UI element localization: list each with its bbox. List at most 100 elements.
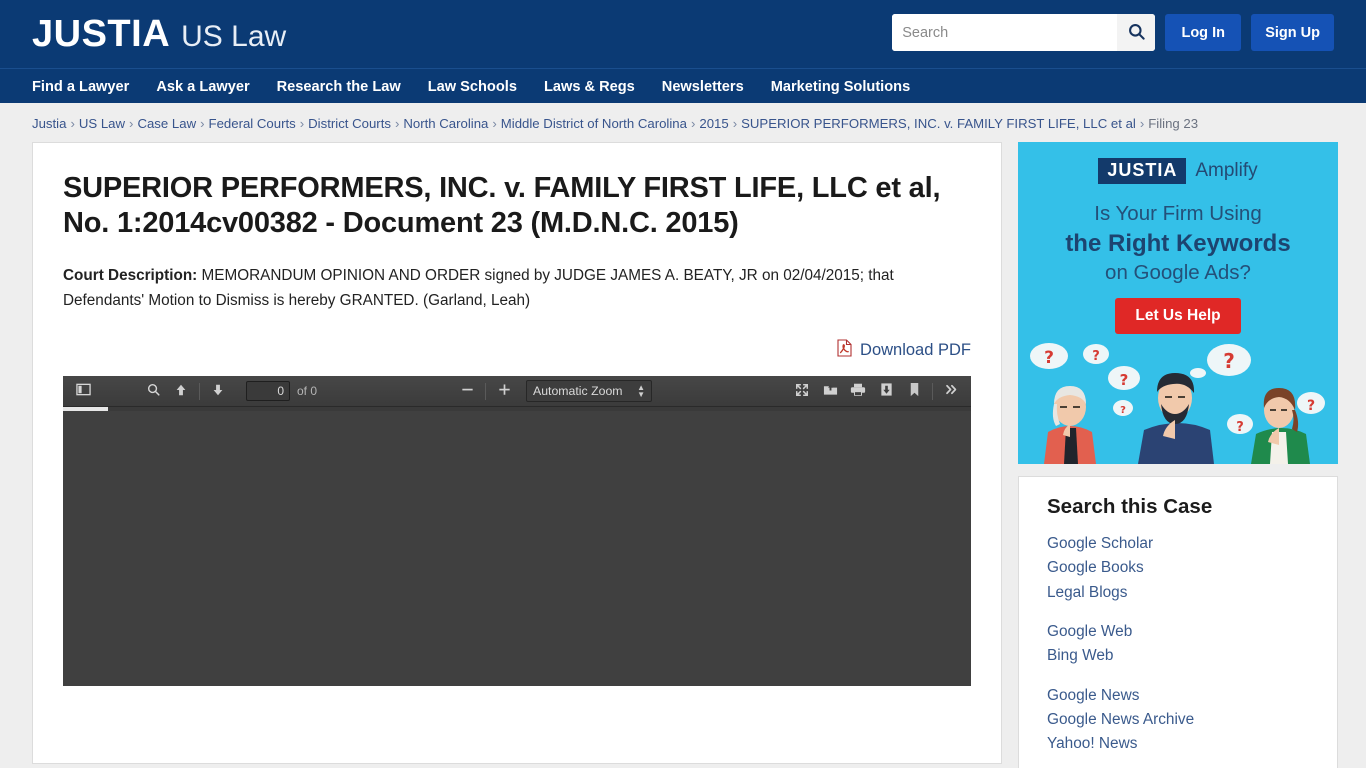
breadcrumb-separator: › [299, 116, 305, 131]
svg-text:?: ? [1044, 348, 1054, 368]
ad-brand-badge: JUSTIA [1098, 158, 1187, 184]
search-box [892, 14, 1156, 51]
sidebar-toggle-icon [75, 382, 91, 400]
toolbar-divider [199, 382, 200, 400]
breadcrumb-separator: › [200, 116, 205, 131]
save-document-button[interactable] [872, 379, 900, 404]
breadcrumb-separator: › [690, 116, 696, 131]
pdf-document-area[interactable] [63, 411, 971, 687]
nav-item-marketing-solutions[interactable]: Marketing Solutions [771, 79, 910, 95]
search-link-google-books[interactable]: Google Books [1047, 556, 1309, 580]
print-button[interactable] [844, 379, 872, 404]
ad-brand-name: Amplify [1195, 159, 1258, 181]
breadcrumb-separator: › [70, 116, 75, 131]
court-description: Court Description: MEMORANDUM OPINION AN… [63, 264, 943, 314]
zoom-select-wrap: Automatic ZoomActual SizePage FitPage Wi… [518, 380, 653, 403]
nav-item-find-a-lawyer[interactable]: Find a Lawyer [32, 79, 129, 95]
breadcrumb-item[interactable]: District Courts [308, 116, 391, 131]
nav-item-laws-regs[interactable]: Laws & Regs [544, 79, 635, 95]
nav-item-research-the-law[interactable]: Research the Law [277, 79, 401, 95]
brand-name: JUSTIA [32, 13, 171, 55]
breadcrumb-item[interactable]: US Law [79, 116, 125, 131]
search-this-case-title: Search this Case [1047, 495, 1213, 518]
breadcrumb-separator: › [732, 116, 738, 131]
ad-headline-line3: on Google Ads? [1105, 260, 1251, 284]
previous-page-button[interactable] [167, 379, 195, 404]
sidebar: JUSTIA Amplify Is Your Firm Using the Ri… [1018, 142, 1338, 768]
bookmark-button[interactable] [900, 379, 928, 404]
svg-text:?: ? [1236, 420, 1244, 435]
magnifier-icon [146, 382, 161, 400]
signup-button[interactable]: Sign Up [1251, 14, 1334, 51]
presentation-mode-button[interactable] [788, 379, 816, 404]
bookmark-icon [908, 382, 921, 400]
svg-text:?: ? [1120, 371, 1129, 389]
next-page-button[interactable] [204, 379, 232, 404]
arrow-up-icon [174, 383, 188, 400]
search-icon [1127, 22, 1146, 44]
find-button[interactable] [139, 379, 167, 404]
svg-text:?: ? [1223, 349, 1235, 373]
site-header: JUSTIA US Law Log In Sign Up [0, 0, 1366, 68]
svg-text:?: ? [1120, 405, 1126, 416]
court-description-label: Court Description: [63, 266, 198, 284]
download-pdf-link[interactable]: Download PDF [837, 339, 971, 362]
advertisement-justia-amplify[interactable]: JUSTIA Amplify Is Your Firm Using the Ri… [1018, 142, 1338, 464]
breadcrumb-item[interactable]: North Carolina [403, 116, 488, 131]
arrow-down-icon [211, 383, 225, 400]
search-link-legal-blogs[interactable]: Legal Blogs [1047, 581, 1309, 605]
sidebar-toggle-button[interactable] [69, 379, 97, 404]
header-actions: Log In Sign Up [892, 14, 1334, 51]
search-submit-button[interactable] [1117, 14, 1156, 51]
main-content: SUPERIOR PERFORMERS, INC. v. FAMILY FIRS… [32, 142, 1002, 764]
main-navigation: Find a Lawyer Ask a Lawyer Research the La… [0, 68, 1366, 103]
search-link-google-web[interactable]: Google Web [1047, 620, 1309, 644]
breadcrumb-separator: › [492, 116, 497, 131]
page-number-input[interactable] [246, 381, 290, 402]
zoom-select[interactable]: Automatic ZoomActual SizePage FitPage Wi… [526, 380, 653, 403]
breadcrumb-item[interactable]: Justia [32, 116, 66, 131]
double-chevron-right-icon [944, 382, 959, 400]
ad-headline-line1: Is Your Firm Using [1094, 201, 1262, 225]
open-file-button[interactable] [816, 379, 844, 404]
breadcrumb-separator: › [1139, 116, 1145, 131]
justia-logo[interactable]: JUSTIA US Law [32, 15, 286, 53]
brand-subtitle: US Law [181, 20, 287, 53]
breadcrumb-item[interactable]: 2015 [699, 116, 728, 131]
download-pdf-label: Download PDF [860, 341, 971, 360]
ad-cta-button[interactable]: Let Us Help [1115, 298, 1241, 335]
search-input[interactable] [892, 14, 1118, 51]
login-button[interactable]: Log In [1165, 14, 1242, 51]
search-link-yahoo-news[interactable]: Yahoo! News [1047, 732, 1309, 756]
svg-text:?: ? [1092, 349, 1100, 364]
search-link-google-scholar[interactable]: Google Scholar [1047, 532, 1309, 556]
zoom-out-button[interactable] [453, 379, 481, 404]
search-link-google-news-archive[interactable]: Google News Archive [1047, 708, 1309, 732]
search-link-group: Google Web Bing Web [1047, 620, 1309, 669]
breadcrumb-separator: › [394, 116, 400, 131]
nav-item-ask-a-lawyer[interactable]: Ask a Lawyer [156, 79, 249, 95]
ad-headline-line2: the Right Keywords [1065, 230, 1291, 258]
search-link-bing-web[interactable]: Bing Web [1047, 644, 1309, 668]
breadcrumb: Justia › US Law › Case Law › Federal Courts › Di… [32, 103, 1334, 142]
search-link-group: Google Scholar Google Books Legal Blogs [1047, 532, 1309, 605]
fullscreen-icon [795, 383, 809, 400]
secondary-tools-button[interactable] [937, 379, 965, 404]
nav-item-newsletters[interactable]: Newsletters [662, 79, 744, 95]
minus-icon [460, 382, 475, 400]
svg-text:?: ? [1307, 398, 1315, 414]
breadcrumb-item-current: Filing 23 [1148, 116, 1199, 131]
breadcrumb-item[interactable]: Case Law [137, 116, 196, 131]
ad-illustration: ? ? ? ? ? ? ? [1018, 332, 1338, 464]
breadcrumb-item[interactable]: SUPERIOR PERFORMERS, INC. v. FAMILY FIRS… [741, 116, 1136, 131]
search-link-google-news[interactable]: Google News [1047, 684, 1309, 708]
open-file-icon [823, 382, 838, 400]
breadcrumb-item[interactable]: Federal Courts [209, 116, 296, 131]
page-count-label: of 0 [297, 384, 318, 399]
breadcrumb-item[interactable]: Middle District of North Carolina [501, 116, 687, 131]
nav-item-law-schools[interactable]: Law Schools [428, 79, 517, 95]
zoom-in-button[interactable] [490, 379, 518, 404]
page-layout: SUPERIOR PERFORMERS, INC. v. FAMILY FIRS… [32, 142, 1338, 768]
search-link-group: Google News Google News Archive Yahoo! New… [1047, 684, 1309, 757]
printer-icon [850, 382, 866, 400]
